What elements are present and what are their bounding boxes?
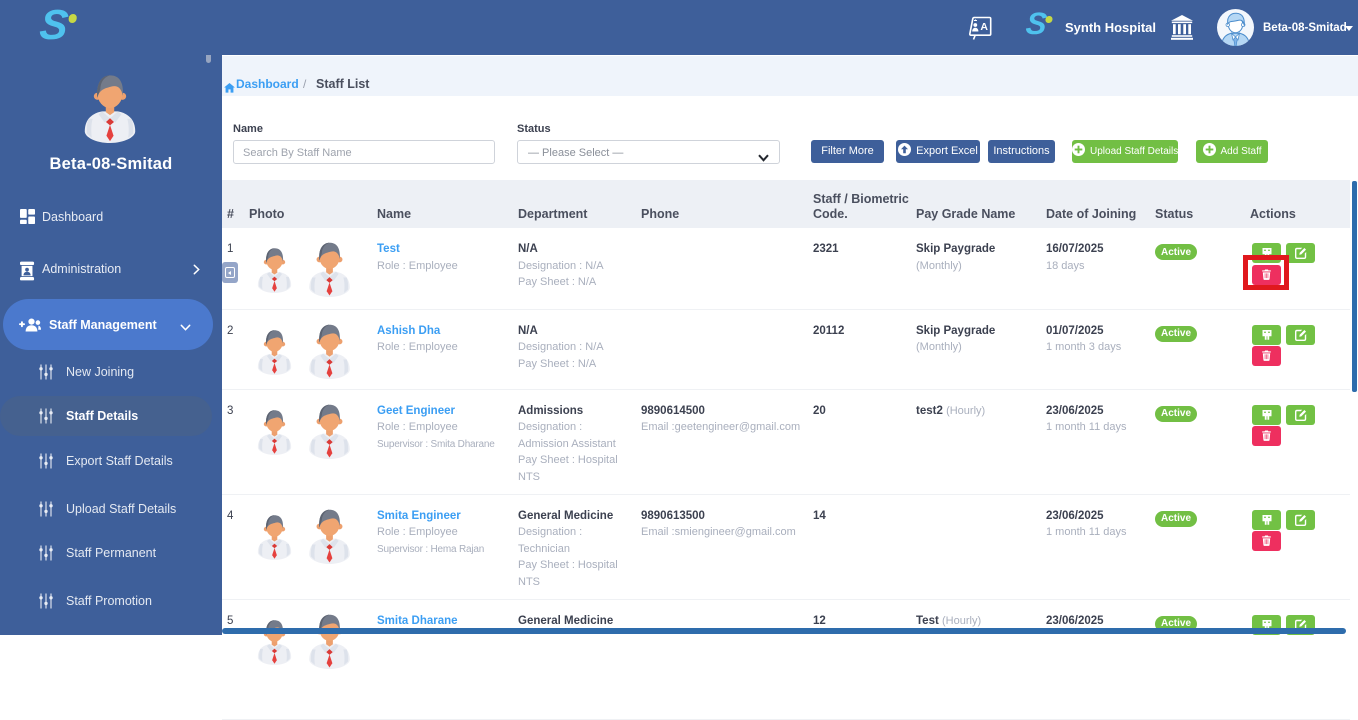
svg-text:A: A <box>980 21 988 33</box>
